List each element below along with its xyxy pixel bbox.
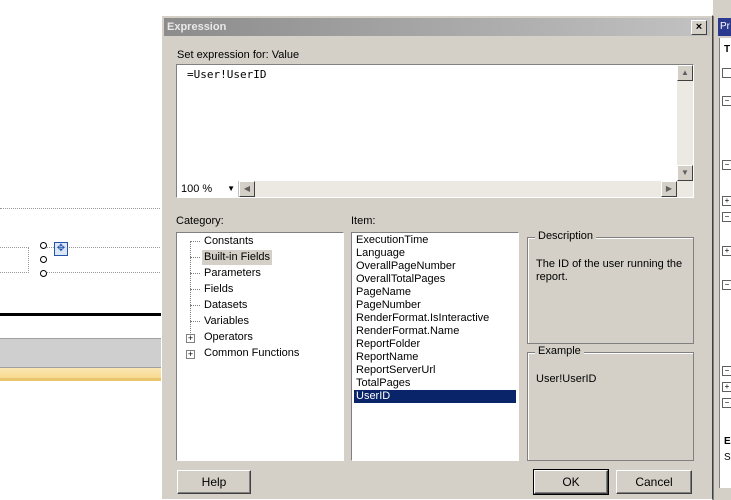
example-title: Example: [535, 345, 584, 357]
example-text: User!UserID: [536, 373, 597, 385]
designer-textbox[interactable]: [0, 247, 29, 273]
item-list[interactable]: ExecutionTime Language OverallPageNumber…: [351, 232, 519, 461]
scroll-down-icon[interactable]: ▼: [677, 165, 693, 181]
tree-connector: [190, 305, 200, 306]
expand-icon[interactable]: −: [722, 366, 731, 376]
list-item[interactable]: TotalPages: [354, 377, 516, 390]
category-built-in-fields[interactable]: Built-in Fields: [202, 250, 273, 265]
expand-plus-icon[interactable]: +: [186, 350, 195, 359]
designer-status-strip: [0, 368, 162, 378]
list-item[interactable]: RenderFormat.Name: [354, 325, 516, 338]
close-icon[interactable]: ×: [691, 20, 707, 35]
description-title: Description: [535, 230, 597, 242]
expand-icon[interactable]: −: [722, 160, 731, 170]
designer-status-strip-edge: [0, 378, 162, 381]
editor-horizontal-scrollbar[interactable]: 100 % ▼ ◀ ▶: [177, 181, 693, 197]
list-item[interactable]: Language: [354, 247, 516, 260]
ok-button[interactable]: OK: [533, 469, 609, 495]
help-button[interactable]: Help: [177, 470, 251, 494]
zoom-value: 100 %: [181, 183, 213, 195]
category-tree[interactable]: Constants Built-in Fields Parameters Fie…: [176, 232, 344, 461]
expand-icon[interactable]: +: [722, 196, 731, 206]
resize-handle[interactable]: [40, 256, 47, 263]
move-handle-icon[interactable]: ✥: [54, 242, 68, 256]
list-item[interactable]: ReportFolder: [354, 338, 516, 351]
designer-divider: [0, 313, 162, 316]
list-item[interactable]: ExecutionTime: [354, 234, 516, 247]
list-item[interactable]: ReportServerUrl: [354, 364, 516, 377]
designer-grouping-pane: [0, 338, 162, 368]
item-label: Item:: [351, 215, 376, 227]
dialog-titlebar[interactable]: Expression ×: [164, 18, 710, 36]
category-constants[interactable]: Constants: [202, 234, 256, 249]
properties-letter: S: [724, 452, 731, 463]
designer-guide-line: [0, 208, 162, 209]
set-expression-label: Set expression for: Value: [177, 49, 300, 61]
expand-icon[interactable]: −: [722, 280, 731, 290]
list-item-selected[interactable]: UserID: [354, 390, 516, 403]
properties-letter: T: [724, 44, 731, 55]
expression-dialog: Expression × Set expression for: Value =…: [161, 15, 713, 500]
list-item[interactable]: ReportName: [354, 351, 516, 364]
properties-icon[interactable]: [722, 68, 731, 78]
chevron-down-icon[interactable]: ▼: [227, 181, 235, 197]
expand-icon[interactable]: −: [722, 96, 731, 106]
properties-panel-title: Pr: [718, 18, 731, 36]
tree-connector: [190, 241, 200, 242]
description-text: The ID of the user running the report.: [536, 258, 683, 283]
category-label: Category:: [176, 215, 224, 227]
scroll-right-icon[interactable]: ▶: [661, 181, 677, 197]
expand-plus-icon[interactable]: +: [186, 334, 195, 343]
expand-icon[interactable]: +: [722, 246, 731, 256]
expression-editor[interactable]: =User!UserID ▲ ▼ 100 % ▼ ◀ ▶: [176, 64, 694, 198]
zoom-select[interactable]: 100 % ▼: [177, 181, 239, 197]
category-fields[interactable]: Fields: [202, 282, 235, 297]
list-item[interactable]: OverallTotalPages: [354, 273, 516, 286]
category-operators[interactable]: Operators: [202, 330, 255, 345]
description-group: Description The ID of the user running t…: [527, 230, 694, 344]
category-variables[interactable]: Variables: [202, 314, 251, 329]
resize-handle[interactable]: [40, 270, 47, 277]
category-common-functions[interactable]: Common Functions: [202, 346, 301, 361]
expand-icon[interactable]: −: [722, 398, 731, 408]
scroll-left-icon[interactable]: ◀: [239, 181, 255, 197]
list-item[interactable]: PageName: [354, 286, 516, 299]
tree-connector: [190, 289, 200, 290]
editor-vertical-scrollbar[interactable]: ▲ ▼: [677, 65, 693, 181]
expand-icon[interactable]: −: [722, 212, 731, 222]
example-group: Example User!UserID: [527, 345, 694, 461]
list-item[interactable]: RenderFormat.IsInteractive: [354, 312, 516, 325]
dialog-title: Expression: [167, 21, 227, 33]
tree-connector: [190, 321, 200, 322]
list-item[interactable]: PageNumber: [354, 299, 516, 312]
resize-handle[interactable]: [40, 242, 47, 249]
expand-icon[interactable]: +: [722, 382, 731, 392]
tree-connector: [190, 273, 200, 274]
list-item[interactable]: OverallPageNumber: [354, 260, 516, 273]
scroll-up-icon[interactable]: ▲: [677, 65, 693, 81]
tree-connector: [190, 257, 200, 258]
cancel-button[interactable]: Cancel: [616, 470, 692, 494]
category-datasets[interactable]: Datasets: [202, 298, 249, 313]
properties-letter: E: [724, 436, 731, 447]
expression-text[interactable]: =User!UserID: [187, 68, 266, 81]
category-parameters[interactable]: Parameters: [202, 266, 263, 281]
